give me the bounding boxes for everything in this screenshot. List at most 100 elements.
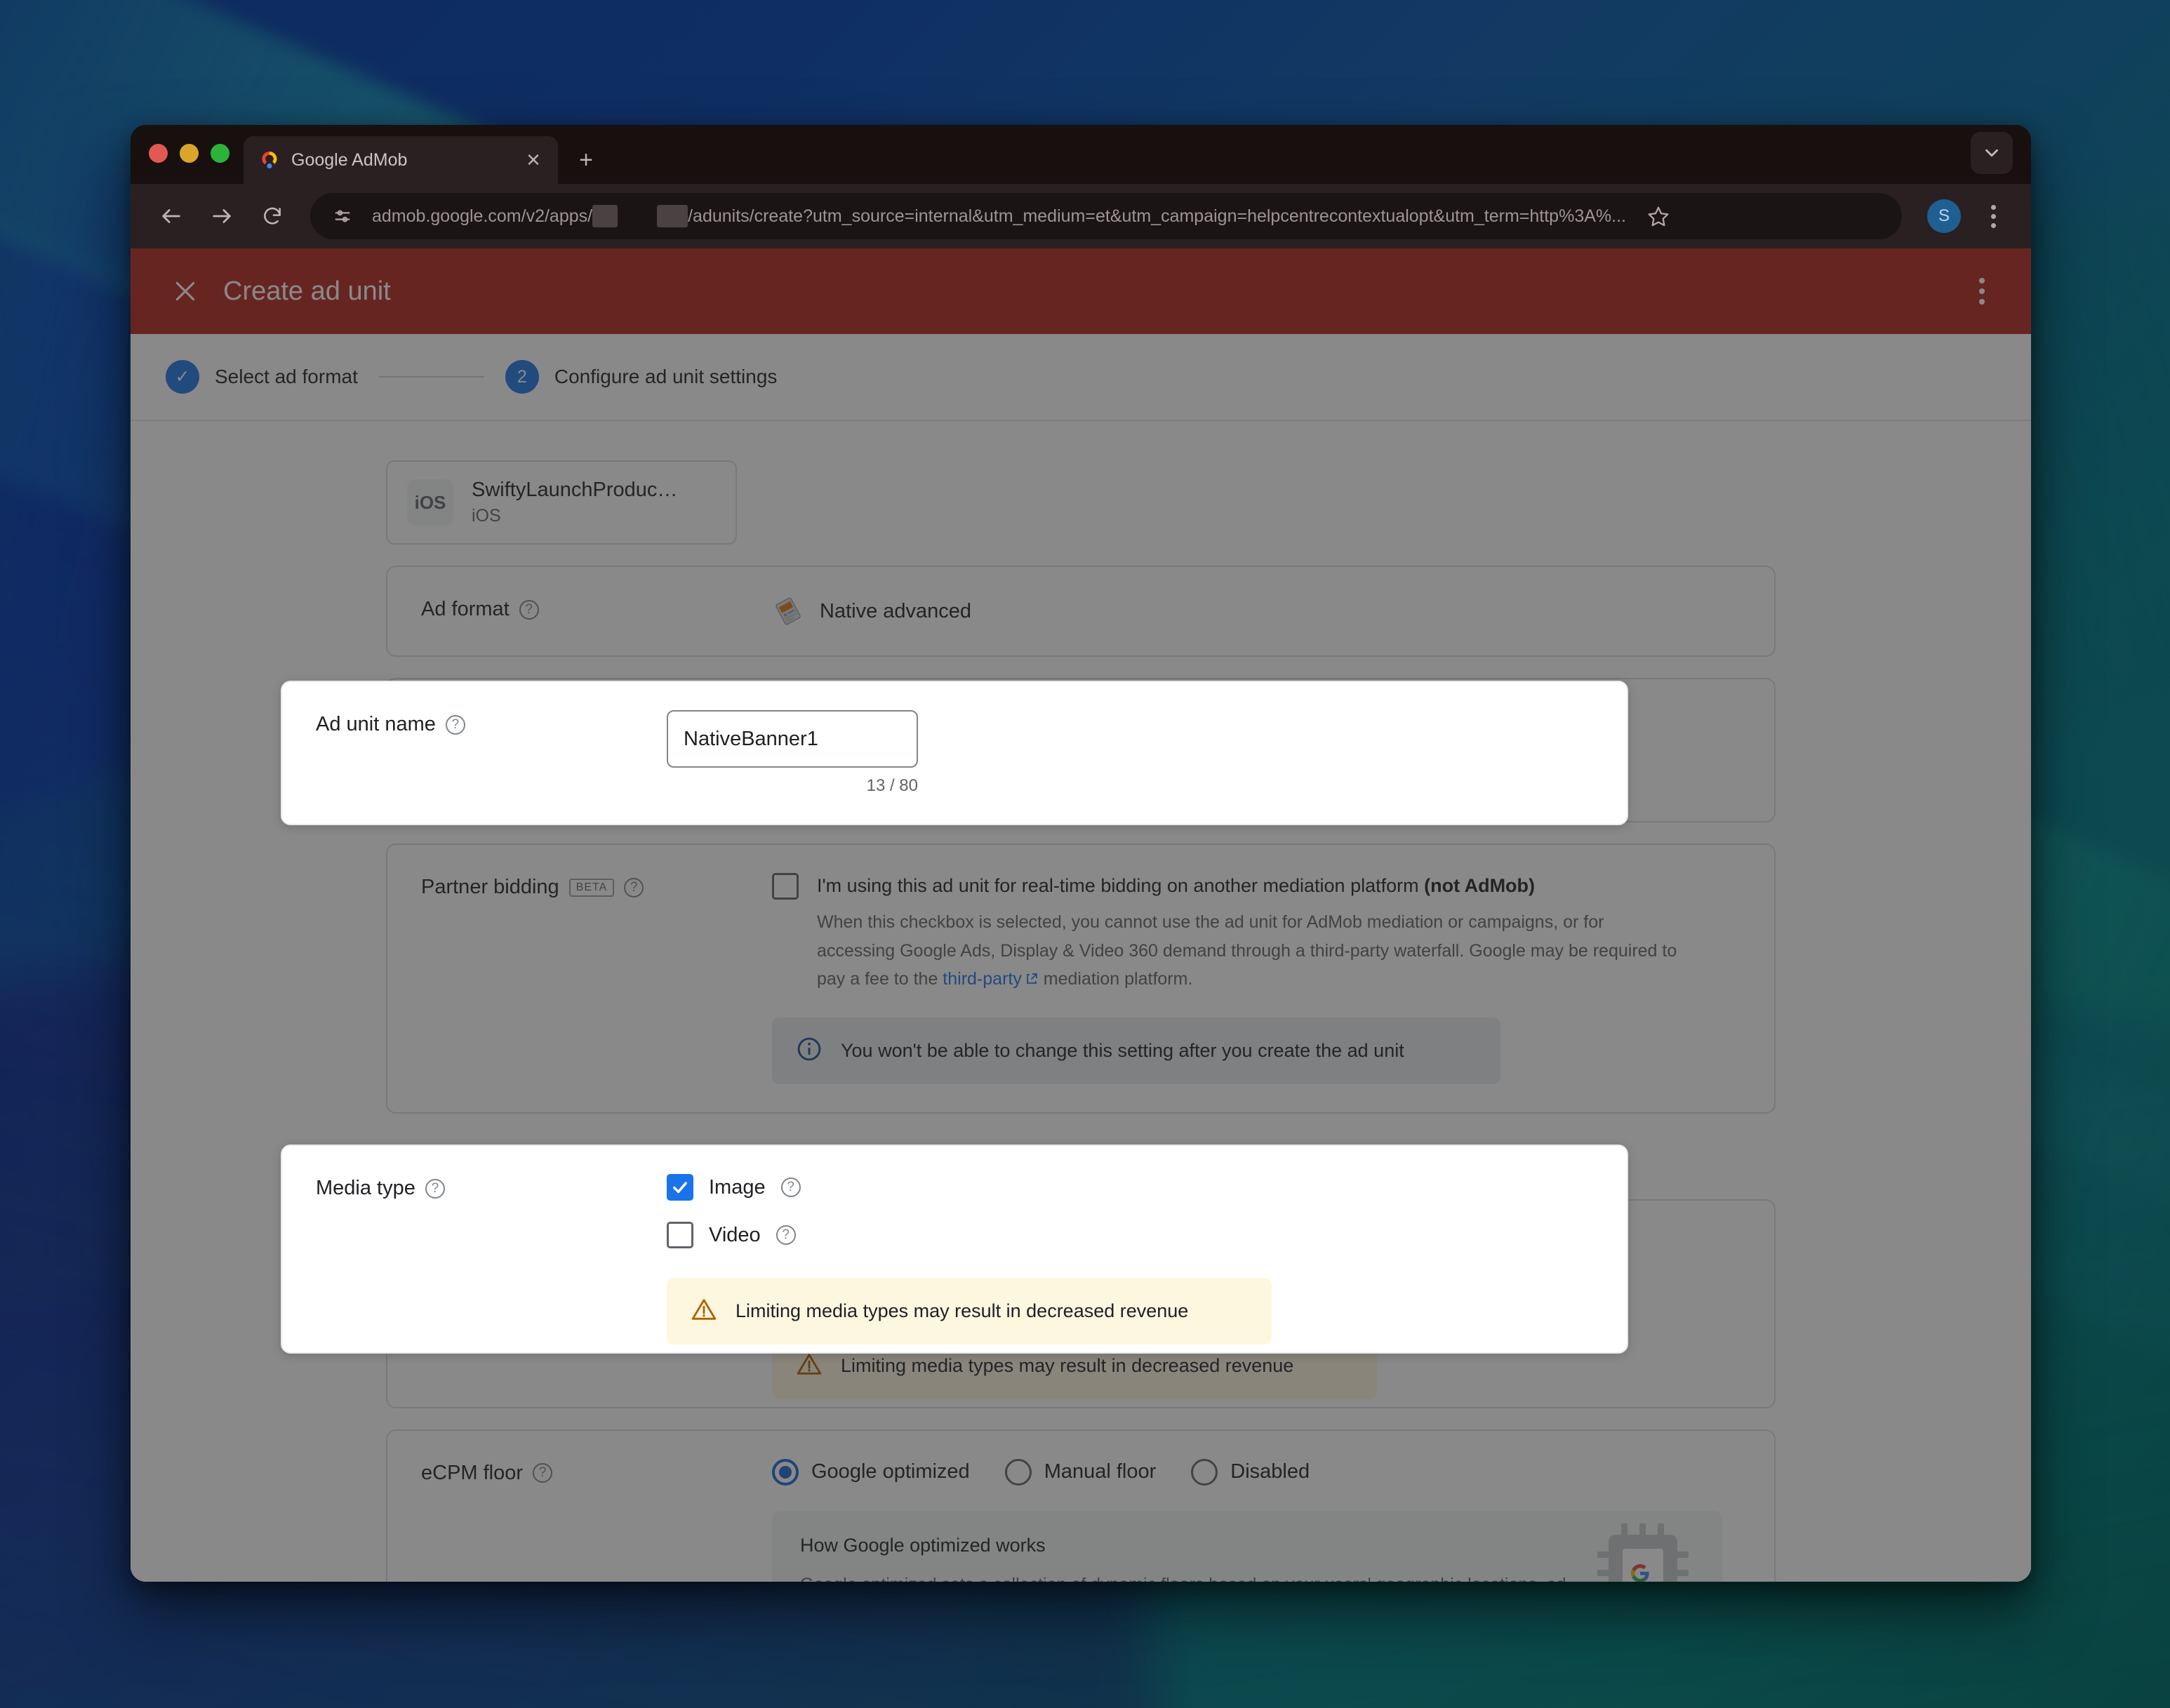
help-icon[interactable]: ? xyxy=(776,1225,796,1245)
help-icon[interactable]: ? xyxy=(780,1177,801,1197)
media-type-warning-banner: Limiting media types may result in decre… xyxy=(667,1278,1272,1345)
media-type-video-label: Video xyxy=(709,1223,761,1246)
google-chip-icon xyxy=(1597,1523,1689,1582)
close-icon[interactable] xyxy=(166,272,205,311)
partner-bidding-info-banner: You won't be able to change this setting… xyxy=(772,1017,1500,1084)
tab-close-icon[interactable]: ✕ xyxy=(521,148,545,172)
media-type-image-checkbox[interactable] xyxy=(667,1174,693,1201)
partner-bidding-checkbox[interactable] xyxy=(772,873,799,900)
media-type-image-label: Image xyxy=(709,1175,766,1199)
partner-bidding-checkbox-label: I'm using this ad unit for real-time bid… xyxy=(817,873,1680,994)
app-chip-text: SwiftyLaunchProduc… iOS xyxy=(472,479,677,526)
help-icon[interactable]: ? xyxy=(519,599,539,620)
browser-window: Google AdMob ✕ + admob.google.com/v2/app… xyxy=(131,125,2031,1582)
settings-wrapper: iOS SwiftyLaunchProduc… iOS Ad format ? xyxy=(386,460,1776,1582)
ecpm-floor-option-manual-floor[interactable]: Manual floor xyxy=(1004,1458,1157,1486)
ad-format-card: Ad format ? Native advanced xyxy=(386,566,1776,657)
ecpm-floor-option-google-optimized[interactable]: Google optimized xyxy=(772,1458,970,1486)
url-redaction-block xyxy=(657,205,688,227)
ecpm-floor-option-label: Manual floor xyxy=(1044,1460,1157,1483)
warning-triangle-icon xyxy=(796,1351,823,1381)
page-overflow-kebab-icon[interactable] xyxy=(1962,272,2002,311)
ad-unit-name-input[interactable]: NativeBanner1 xyxy=(667,710,918,768)
ecpm-floor-explainer: How Google optimized works Google optimi… xyxy=(772,1510,1722,1582)
media-type-option-video[interactable]: Video ? xyxy=(667,1222,1593,1248)
stepper-step-configure-settings[interactable]: 2 Configure ad unit settings xyxy=(505,360,778,394)
ecpm-floor-explainer-desc-text: Google optimized sets a collection of dy… xyxy=(800,1575,1566,1582)
star-icon[interactable] xyxy=(1640,198,1677,234)
ad-unit-name-label: Ad unit name xyxy=(316,713,436,735)
ad-format-value: Native advanced xyxy=(820,599,972,622)
ad-unit-name-counter: 13 / 80 xyxy=(866,776,918,795)
help-icon[interactable]: ? xyxy=(624,877,644,898)
app-chip-card[interactable]: iOS SwiftyLaunchProduc… iOS xyxy=(386,460,737,545)
media-type-label: Media type xyxy=(316,1177,415,1199)
back-arrow-icon[interactable] xyxy=(149,194,194,239)
ecpm-floor-radio[interactable] xyxy=(1191,1458,1218,1486)
tabstrip-right-group xyxy=(1971,125,2031,184)
ecpm-floor-option-disabled[interactable]: Disabled xyxy=(1191,1458,1310,1486)
stepper-connector xyxy=(378,376,484,378)
browser-menu-kebab-icon[interactable] xyxy=(1973,196,2013,236)
stepper-step-select-ad-format[interactable]: ✓ Select ad format xyxy=(166,360,358,394)
ecpm-floor-label-group: eCPM floor ? xyxy=(421,1459,772,1485)
help-icon[interactable]: ? xyxy=(445,714,465,735)
partner-bidding-card: Partner bidding BETA ? I'm using this ad… xyxy=(386,843,1776,1114)
desktop-background: Google AdMob ✕ + admob.google.com/v2/app… xyxy=(0,0,2170,1708)
stepper-step-label: Select ad format xyxy=(215,366,358,387)
browser-tab-strip: Google AdMob ✕ + xyxy=(131,125,2031,184)
ecpm-floor-option-label: Disabled xyxy=(1230,1460,1310,1483)
media-type-video-checkbox[interactable] xyxy=(667,1222,693,1248)
help-icon[interactable]: ? xyxy=(533,1463,553,1483)
ecpm-floor-body: Google optimized Manual floor Disabled H… xyxy=(772,1458,1740,1582)
stepper-step-label: Configure ad unit settings xyxy=(554,366,778,387)
info-icon xyxy=(796,1036,823,1066)
stepper-step-marker: 2 xyxy=(505,360,539,394)
partner-bidding-label-group: Partner bidding BETA ? xyxy=(421,873,772,899)
media-type-label-group-highlighted: Media type ? xyxy=(316,1174,667,1200)
ios-platform-icon: iOS xyxy=(407,479,453,526)
new-tab-button[interactable]: + xyxy=(566,140,606,180)
forward-arrow-icon[interactable] xyxy=(199,194,244,239)
maximize-window-button[interactable] xyxy=(211,143,229,163)
ecpm-floor-option-label: Google optimized xyxy=(811,1460,970,1483)
browser-tab[interactable]: Google AdMob ✕ xyxy=(244,136,558,184)
close-window-button[interactable] xyxy=(149,143,168,163)
address-bar-url: admob.google.com/v2/apps/ /adunits/creat… xyxy=(372,205,1626,227)
app-name: SwiftyLaunchProduc… xyxy=(472,479,678,501)
site-settings-icon[interactable] xyxy=(327,201,358,232)
reload-icon[interactable] xyxy=(250,194,295,239)
beta-badge: BETA xyxy=(568,878,615,897)
ecpm-floor-explainer-title: How Google optimized works xyxy=(800,1534,1046,1556)
wizard-stepper: ✓ Select ad format 2 Configure ad unit s… xyxy=(131,334,2031,421)
page-title: Create ad unit xyxy=(223,276,391,306)
native-advanced-icon xyxy=(772,595,804,627)
address-bar[interactable]: admob.google.com/v2/apps/ /adunits/creat… xyxy=(310,193,1902,239)
media-type-body-highlighted: Image ? Video ? Limiting media types may… xyxy=(667,1174,1593,1345)
admob-app-bar: Create ad unit xyxy=(131,248,2031,334)
profile-avatar[interactable]: S xyxy=(1927,199,1961,233)
ad-format-label: Ad format xyxy=(421,598,510,620)
third-party-link[interactable]: third-party xyxy=(943,969,1022,989)
partner-bidding-checkbox-row[interactable]: I'm using this ad unit for real-time bid… xyxy=(772,873,1740,994)
page-viewport: Create ad unit ✓ Select ad format 2 Conf… xyxy=(131,248,2031,1582)
highlighted-ad-unit-name-card: Ad unit name ? NativeBanner1 13 / 80 xyxy=(281,681,1628,825)
address-bar-url-part1: admob.google.com/v2/apps/ xyxy=(372,206,593,226)
admob-favicon-icon xyxy=(259,149,280,171)
ecpm-floor-radio[interactable] xyxy=(772,1458,799,1486)
window-traffic-lights xyxy=(149,125,244,184)
partner-bidding-checkbox-label-normal: I'm using this ad unit for real-time bid… xyxy=(817,875,1425,896)
ad-unit-name-label-group-highlighted: Ad unit name ? xyxy=(316,710,667,736)
url-redaction-block xyxy=(592,205,618,227)
highlighted-media-type-card: Media type ? Image ? Video ? Limiting me… xyxy=(281,1145,1628,1354)
browser-toolbar: admob.google.com/v2/apps/ /adunits/creat… xyxy=(131,184,2031,248)
ecpm-floor-radio[interactable] xyxy=(1004,1458,1032,1486)
partner-bidding-label: Partner bidding xyxy=(421,876,559,898)
minimize-window-button[interactable] xyxy=(180,143,199,163)
media-type-option-image[interactable]: Image ? xyxy=(667,1174,1593,1201)
help-icon[interactable]: ? xyxy=(425,1178,445,1199)
tab-search-chevron-down-icon[interactable] xyxy=(1971,132,2013,174)
external-link-icon xyxy=(1025,966,1039,985)
browser-tab-title: Google AdMob xyxy=(291,149,408,170)
partner-bidding-description: When this checkbox is selected, you cann… xyxy=(817,908,1680,994)
